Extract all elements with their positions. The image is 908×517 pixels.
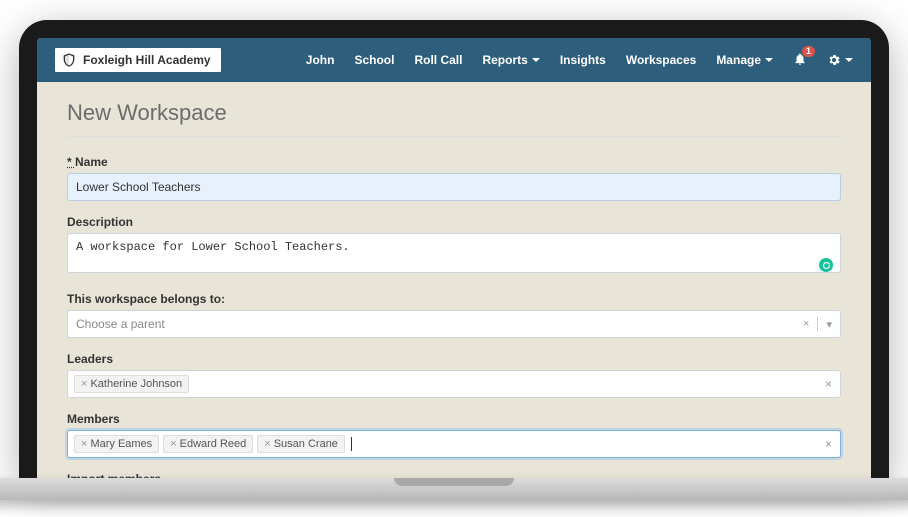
remove-tag-icon[interactable]: × — [81, 438, 87, 450]
member-tag: ×Mary Eames — [74, 435, 159, 453]
page-content: New Workspace Name Description This — [37, 82, 871, 478]
brand-badge[interactable]: Foxleigh Hill Academy — [55, 48, 221, 72]
description-input[interactable] — [67, 233, 841, 273]
clear-icon[interactable]: × — [825, 377, 832, 391]
leader-tag: ×Katherine Johnson — [74, 375, 189, 393]
nav-workspaces[interactable]: Workspaces — [626, 53, 696, 67]
laptop-base — [0, 478, 908, 500]
name-input[interactable] — [67, 173, 841, 201]
gear-icon — [827, 53, 841, 67]
text-cursor — [351, 437, 352, 451]
screen-bezel: Foxleigh Hill Academy John School Roll C… — [19, 20, 889, 478]
notifications-button[interactable]: 1 — [793, 52, 807, 69]
nav-insights[interactable]: Insights — [560, 53, 606, 67]
caret-down-icon — [845, 58, 853, 62]
field-description: Description — [67, 215, 841, 278]
name-label: Name — [67, 155, 841, 169]
remove-tag-icon[interactable]: × — [170, 438, 176, 450]
top-navbar: Foxleigh Hill Academy John School Roll C… — [37, 38, 871, 82]
caret-down-icon — [532, 58, 540, 62]
parent-select[interactable]: Choose a parent × ▾ — [67, 310, 841, 338]
nav-john[interactable]: John — [306, 53, 335, 67]
member-tag: ×Edward Reed — [163, 435, 253, 453]
field-leaders: Leaders ×Katherine Johnson × — [67, 352, 841, 398]
parent-label: This workspace belongs to: — [67, 292, 841, 306]
field-members: Members ×Mary Eames ×Edward Reed ×Susan … — [67, 412, 841, 458]
laptop-mockup: Foxleigh Hill Academy John School Roll C… — [19, 20, 889, 500]
nav-reports[interactable]: Reports — [482, 53, 539, 67]
clear-icon[interactable]: × — [803, 318, 809, 330]
grammarly-icon[interactable] — [819, 258, 833, 272]
leaders-input[interactable]: ×Katherine Johnson × — [67, 370, 841, 398]
settings-menu[interactable] — [827, 53, 853, 67]
field-parent: This workspace belongs to: Choose a pare… — [67, 292, 841, 338]
nav-rollcall[interactable]: Roll Call — [414, 53, 462, 67]
page-title: New Workspace — [67, 100, 841, 137]
notification-badge: 1 — [802, 46, 815, 57]
nav-links: John School Roll Call Reports Insights W… — [306, 52, 853, 69]
members-label: Members — [67, 412, 841, 426]
remove-tag-icon[interactable]: × — [81, 378, 87, 390]
nav-manage[interactable]: Manage — [716, 53, 773, 67]
caret-down-icon — [765, 58, 773, 62]
shield-icon — [61, 52, 77, 68]
description-label: Description — [67, 215, 841, 229]
nav-school[interactable]: School — [354, 53, 394, 67]
chevron-down-icon: ▾ — [826, 318, 832, 331]
remove-tag-icon[interactable]: × — [264, 438, 270, 450]
parent-placeholder: Choose a parent — [76, 317, 165, 331]
brand-name: Foxleigh Hill Academy — [83, 53, 211, 67]
app-screen: Foxleigh Hill Academy John School Roll C… — [37, 38, 871, 478]
field-name: Name — [67, 155, 841, 201]
clear-icon[interactable]: × — [825, 437, 832, 451]
leaders-label: Leaders — [67, 352, 841, 366]
members-input[interactable]: ×Mary Eames ×Edward Reed ×Susan Crane × — [67, 430, 841, 458]
member-tag: ×Susan Crane — [257, 435, 345, 453]
